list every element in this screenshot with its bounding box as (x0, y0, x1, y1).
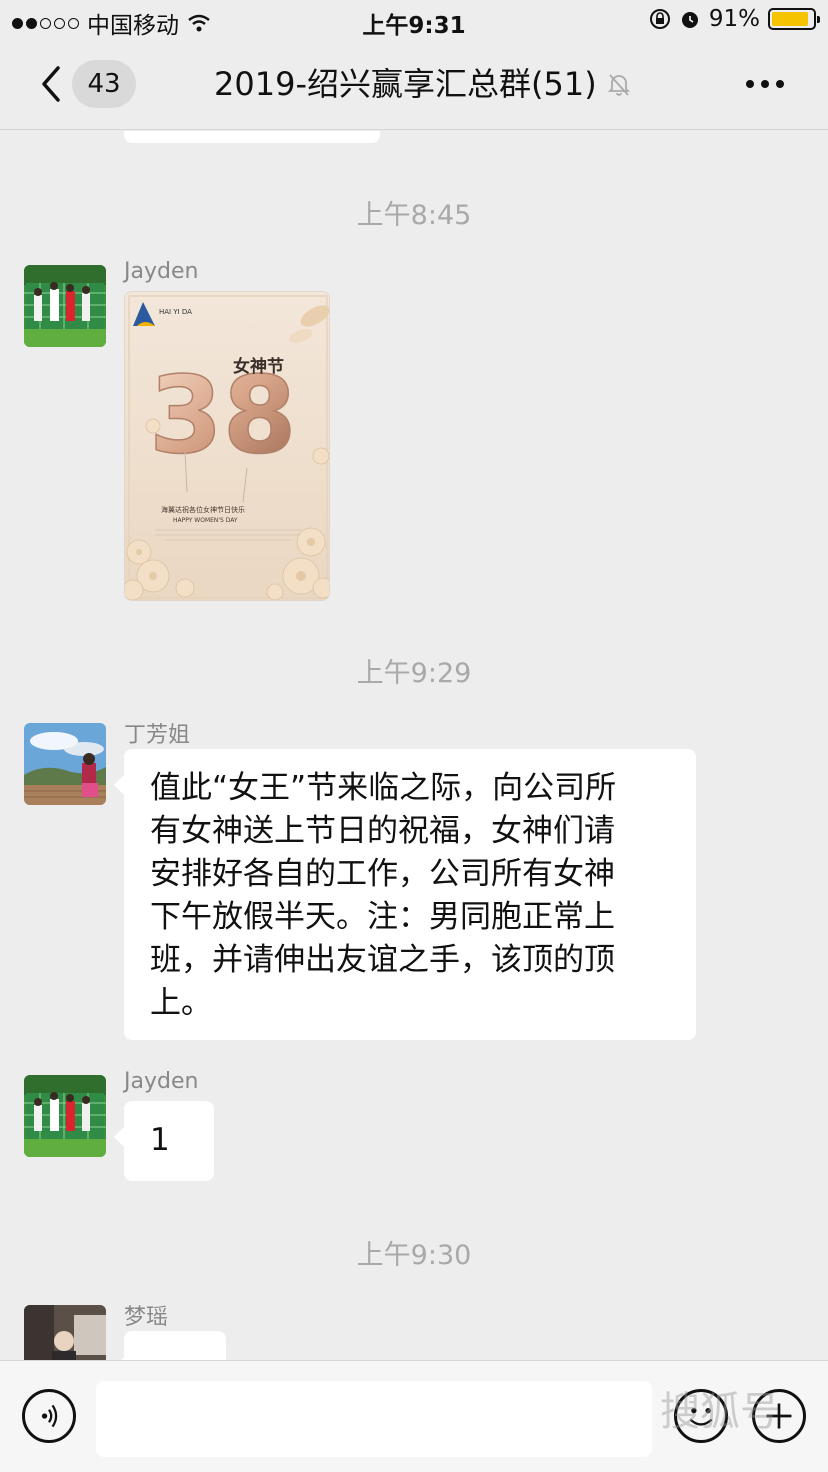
image-brand-text: HAI YI DA (159, 308, 192, 316)
voice-icon[interactable] (22, 1389, 76, 1443)
timestamp: 上午8:45 (356, 200, 472, 231)
battery-percent: 91% (708, 6, 760, 32)
image-title-text: 女神节 (233, 356, 284, 377)
message-line: 上。 (150, 985, 212, 1021)
chat-title: 2019-绍兴赢享汇总群(51) (214, 62, 633, 106)
nav-bar: 43 2019-绍兴赢享汇总群(51) (0, 40, 828, 130)
sender-name: Jayden (124, 1069, 199, 1094)
chat-title-text: 2019-绍兴赢享汇总群(51) (214, 65, 597, 103)
previous-message-bubble[interactable] (124, 131, 380, 143)
plus-icon[interactable] (752, 1389, 806, 1443)
more-options-button[interactable] (742, 70, 788, 98)
avatar-dingfang[interactable] (24, 723, 106, 805)
mute-bell-icon (607, 74, 630, 96)
text-message-bubble[interactable]: 值此“女王”节来临之际，向公司所 有女神送上节日的祝福，女神们请 安排好各自的工… (114, 749, 696, 1040)
back-arrow-icon[interactable] (38, 64, 66, 104)
unread-count-badge[interactable]: 43 (72, 60, 136, 108)
message-line: 有女神送上节日的祝福，女神们请 (150, 813, 615, 849)
image-caption-cn: 海翼达祝各位女神节日快乐 (161, 505, 245, 514)
battery-icon (768, 8, 820, 30)
text-message-bubble[interactable]: 1 (114, 1101, 214, 1181)
sender-name: 梦瑶 (124, 1305, 169, 1330)
message-line: 班，并请伸出友谊之手，该顶的顶 (150, 942, 615, 978)
message-line: 值此“女王”节来临之际，向公司所 (150, 770, 617, 806)
timestamp: 上午9:30 (356, 1240, 472, 1271)
message-text: 1 (150, 1122, 170, 1158)
sender-name: Jayden (124, 259, 199, 284)
orientation-lock-icon (649, 9, 670, 29)
message-line: 安排好各自的工作，公司所有女神 (150, 856, 615, 892)
sender-name: 丁芳姐 (124, 723, 191, 748)
battery-fill (772, 12, 809, 26)
chat-area[interactable]: 上午8:45 Jayden HAI YI DA 38 女神节 海翼达祝各位女神节… (0, 131, 828, 1360)
image-message-womens-day[interactable]: HAI YI DA 38 女神节 海翼达祝各位女神节日快乐 HAPPY WOME… (124, 291, 330, 601)
status-bar: 中国移动 上午9:31 91% (0, 0, 828, 40)
input-bar: 搜狐号 (0, 1360, 828, 1472)
text-message-bubble[interactable] (114, 1331, 226, 1360)
status-right: 91% (649, 6, 820, 32)
avatar-mengyao[interactable] (24, 1305, 106, 1360)
image-caption-en: HAPPY WOMEN'S DAY (173, 517, 238, 524)
alarm-icon (681, 12, 698, 28)
message-input[interactable] (96, 1381, 652, 1457)
timestamp: 上午9:29 (356, 658, 472, 689)
avatar-jayden[interactable] (24, 1075, 106, 1157)
avatar-jayden[interactable] (24, 265, 106, 347)
emoji-icon[interactable] (674, 1389, 728, 1443)
message-line: 下午放假半天。注：男同胞正常上 (150, 899, 615, 935)
